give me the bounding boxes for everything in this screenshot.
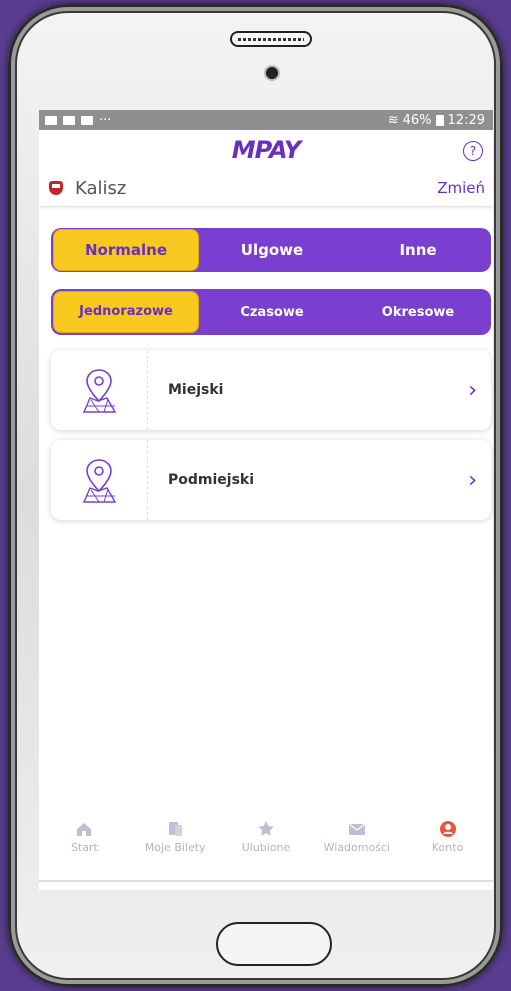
app-screen: ··· ≋ 46% 12:29 MPAY ? Kalisz Zmień Norm… xyxy=(39,110,493,890)
zone-label: Miejski xyxy=(168,382,224,398)
zone-card-miejski[interactable]: Miejski › xyxy=(51,350,491,430)
speaker-grille xyxy=(230,31,312,47)
account-icon xyxy=(439,821,456,837)
tariff-selector: Normalne Ulgowe Inne xyxy=(51,228,491,272)
tab-inne[interactable]: Inne xyxy=(345,241,491,259)
wifi-signal-icon: ≋ xyxy=(387,112,399,128)
front-camera xyxy=(266,67,278,79)
tickets-icon xyxy=(169,822,183,836)
phone-frame: ··· ≋ 46% 12:29 MPAY ? Kalisz Zmień Norm… xyxy=(8,4,503,987)
nav-konto[interactable]: Konto xyxy=(403,820,493,854)
help-button[interactable]: ? xyxy=(463,141,483,161)
bottom-navigation: Start Moje Bilety Ulubione Wiadomości Ko… xyxy=(39,820,493,882)
nav-label: Wiadomości xyxy=(323,841,390,854)
message-notification-icon xyxy=(63,115,75,125)
city-name: Kalisz xyxy=(75,177,127,199)
battery-percent: 46% xyxy=(402,112,432,128)
tab-normalne[interactable]: Normalne xyxy=(53,229,199,271)
nav-ulubione[interactable]: Ulubione xyxy=(221,820,311,854)
envelope-icon xyxy=(348,823,366,835)
more-notifications-icon: ··· xyxy=(99,112,112,128)
mpay-logo: MPAY xyxy=(231,136,301,164)
city-crest-icon xyxy=(49,181,63,195)
tab-czasowe[interactable]: Czasowe xyxy=(199,305,345,320)
nav-start[interactable]: Start xyxy=(39,820,129,854)
status-bar: ··· ≋ 46% 12:29 xyxy=(39,110,493,130)
ticket-type-selector: Jednorazowe Czasowe Okresowe xyxy=(51,289,491,335)
app-header: MPAY ? xyxy=(39,130,493,170)
chevron-right-icon: › xyxy=(468,467,477,493)
clock: 12:29 xyxy=(447,112,485,128)
tab-ulgowe[interactable]: Ulgowe xyxy=(199,241,345,259)
change-city-link[interactable]: Zmień xyxy=(437,179,485,197)
zone-card-podmiejski[interactable]: Podmiejski › xyxy=(51,440,491,520)
map-pin-icon xyxy=(82,369,117,413)
nav-label: Konto xyxy=(431,841,464,854)
nav-label: Ulubione xyxy=(241,841,291,854)
tab-okresowe[interactable]: Okresowe xyxy=(345,305,491,320)
star-icon xyxy=(258,821,274,836)
shopping-bag-icon xyxy=(81,115,93,125)
image-notification-icon xyxy=(45,115,57,125)
home-button[interactable] xyxy=(216,922,332,966)
nav-label: Start xyxy=(70,841,98,854)
nav-label: Moje Bilety xyxy=(144,841,206,854)
nav-wiadomosci[interactable]: Wiadomości xyxy=(312,820,402,854)
tab-jednorazowe[interactable]: Jednorazowe xyxy=(53,291,199,333)
battery-icon xyxy=(435,114,444,126)
home-icon xyxy=(77,823,92,836)
map-pin-icon xyxy=(82,459,117,503)
nav-moje-bilety[interactable]: Moje Bilety xyxy=(130,820,220,854)
zone-label: Podmiejski xyxy=(168,472,255,488)
chevron-right-icon: › xyxy=(468,377,477,403)
city-row: Kalisz Zmień xyxy=(39,170,493,207)
